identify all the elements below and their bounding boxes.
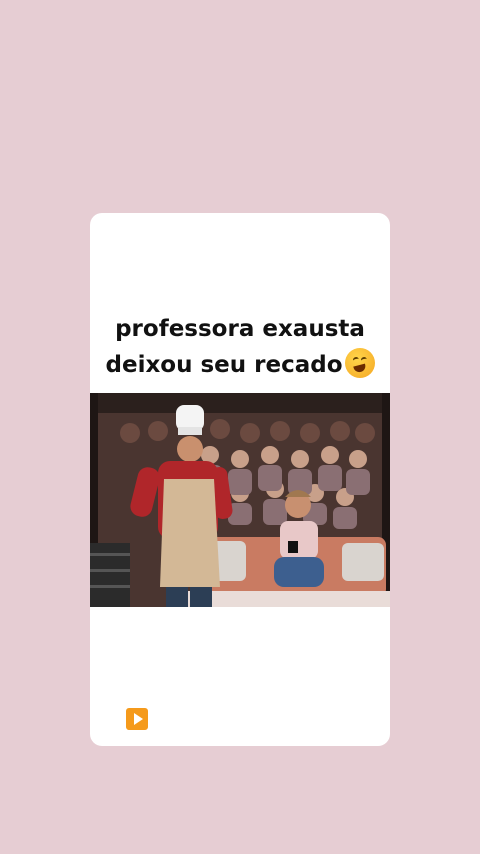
- play-button-icon[interactable]: [126, 708, 148, 730]
- tv-show-scene: [90, 393, 390, 607]
- video-caption: professora exausta deixou seu recado: [90, 311, 390, 383]
- caption-line-1: professora exausta: [115, 316, 365, 342]
- caption-line-2: deixou seu recado: [90, 347, 390, 383]
- video-frame[interactable]: [90, 393, 390, 607]
- post-card: professora exausta deixou seu recado: [90, 213, 390, 746]
- laughing-emoji-icon: [344, 348, 375, 378]
- screen: { "caption": { "line1": "professora exau…: [0, 0, 480, 854]
- caption-line-2-text: deixou seu recado: [105, 352, 343, 378]
